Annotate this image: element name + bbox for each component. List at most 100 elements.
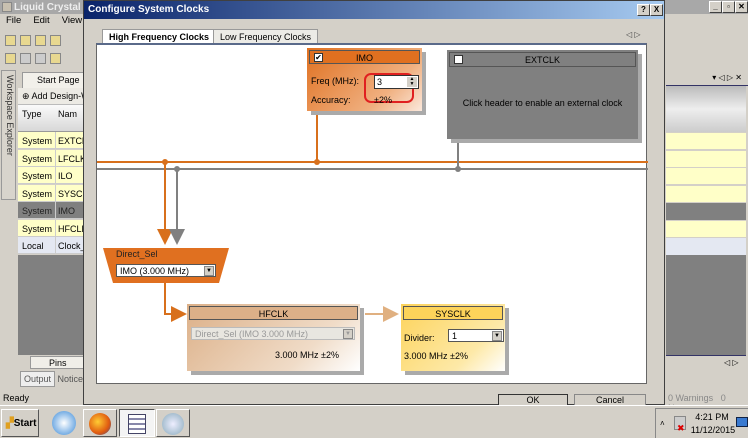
menu-file[interactable]: File (6, 15, 21, 26)
direct-sel-dropdown[interactable]: IMO (3.000 MHz) ▼ (116, 264, 216, 277)
panel-header-controls: ▾ ◁ ▷ ✕ (666, 70, 748, 86)
calendar-icon[interactable] (5, 53, 16, 64)
cell-name: EXTCl (58, 136, 84, 146)
chevron-down-icon[interactable]: ▼ (492, 331, 502, 341)
app-icon (2, 2, 12, 12)
sysclk-divider-value: 1 (452, 331, 458, 341)
right-row[interactable] (666, 221, 746, 237)
table-row[interactable]: System LFCLK (18, 150, 84, 167)
toolbar-1 (3, 33, 83, 49)
dialog-title: Configure System Clocks (88, 4, 210, 15)
close-ide-button[interactable]: ✕ (735, 1, 748, 13)
mux-to-hfclk-wire (164, 283, 187, 322)
imo-title: IMO (356, 53, 373, 63)
extclk-title: EXTCLK (524, 55, 560, 65)
table-header: Type Nam (18, 105, 84, 132)
dialog-close-button[interactable]: X (650, 4, 663, 16)
help-button[interactable]: ? (637, 4, 650, 16)
imo-header[interactable]: ✔ IMO (309, 50, 420, 64)
copy-icon[interactable] (35, 35, 46, 46)
right-row[interactable] (666, 151, 746, 167)
dropdown-icon[interactable]: ▾ (712, 73, 716, 82)
network-error-icon[interactable]: ✖ (674, 416, 686, 433)
firefox-taskbar-button[interactable] (83, 409, 117, 437)
sysclk-divider-dropdown[interactable]: 1 ▼ (448, 329, 504, 342)
right-row[interactable] (666, 133, 746, 149)
menu-edit[interactable]: Edit (33, 15, 49, 26)
output-tab[interactable]: Output (20, 371, 56, 387)
right-row[interactable] (666, 238, 746, 255)
table-row[interactable]: Local Clock_ (18, 237, 84, 254)
table-row[interactable]: System EXTCl (18, 132, 84, 149)
menu-bar: File Edit View (6, 15, 94, 26)
cell-name: LFCLK (58, 154, 84, 164)
imo-enable-checkbox[interactable]: ✔ (314, 53, 323, 62)
start-label: Start (13, 418, 37, 429)
right-row[interactable] (666, 203, 746, 220)
col-name[interactable]: Nam (58, 109, 77, 119)
right-row[interactable] (666, 168, 746, 184)
scroll-right-icon[interactable]: ▷ (727, 73, 733, 82)
output-tabs: Output Notice L (20, 371, 91, 390)
workspace-explorer-tab[interactable]: Workspace Explorer (1, 70, 16, 200)
table-row-selected[interactable]: System IMO (18, 202, 84, 219)
hfclk-title: HFCLK (258, 309, 289, 319)
sysclk-block: SYSCLK Divider: 1 ▼ 3.000 MHz ±2% (401, 304, 505, 371)
menu-view[interactable]: View (62, 15, 82, 26)
add-design-wide-resource-button[interactable]: ⊕ Add Design-W (18, 88, 84, 105)
imo-block: ✔ IMO Freq (MHz): 3 ▲ ▼ Accuracy: ±2% (307, 48, 422, 111)
table-row[interactable]: System HFCLl (18, 220, 84, 237)
chevron-down-icon[interactable]: ▼ (204, 266, 214, 276)
spinner-arrows-icon[interactable]: ▲ ▼ (407, 77, 417, 87)
firefox-icon (89, 413, 111, 435)
show-desktop-icon[interactable] (736, 417, 748, 427)
refresh-app-icon[interactable] (52, 411, 76, 435)
system-tray: ˄ ✖ 4:21 PM 11/12/2015 (655, 408, 748, 438)
new-file-icon[interactable] (20, 35, 31, 46)
open-folder-icon[interactable] (50, 35, 61, 46)
clock-date[interactable]: 11/12/2015 (689, 425, 737, 435)
paste-icon[interactable] (50, 53, 61, 64)
cut-icon[interactable] (20, 53, 31, 64)
settings-icon[interactable] (35, 53, 46, 64)
right-scroll-arrows[interactable]: ◁ ▷ (724, 358, 739, 367)
cell-name: HFCLl (58, 224, 84, 234)
hfclk-source-dropdown-disabled: Direct_Sel (IMO 3.000 MHz) ▼ (191, 327, 355, 340)
direct-sel-title: Direct_Sel (116, 249, 158, 259)
scroll-left-icon[interactable]: ◁ (719, 73, 725, 82)
extclk-hint: Click header to enable an external clock (462, 98, 623, 108)
table-row[interactable]: System SYSCl (18, 185, 84, 202)
restore-button[interactable]: ▫ (722, 1, 735, 13)
paint-icon (162, 413, 184, 435)
cell-type: Local (22, 241, 44, 251)
extclk-header[interactable]: EXTCLK (449, 52, 636, 67)
tab-low-frequency-clocks[interactable]: Low Frequency Clocks (213, 29, 319, 44)
show-hidden-icons-chevron[interactable]: ˄ (660, 419, 665, 428)
start-button[interactable]: ▞Start (1, 409, 39, 437)
windows-logo-icon: ▞ (6, 418, 14, 429)
tab-scroll-arrows[interactable]: ◁ ▷ (626, 30, 641, 39)
close-panel-icon[interactable]: ✕ (735, 73, 742, 82)
table-row[interactable]: System ILO (18, 167, 84, 184)
start-page-tab[interactable]: Start Page (22, 72, 86, 88)
new-project-icon[interactable] (5, 35, 16, 46)
sysclk-freq: 3.000 MHz ±2% (404, 351, 468, 361)
right-row[interactable] (666, 186, 746, 202)
cell-name: IMO (58, 206, 75, 216)
minimize-button[interactable]: _ (709, 1, 722, 13)
psoc-creator-taskbar-button[interactable] (119, 409, 155, 437)
chevron-down-icon: ▼ (343, 329, 353, 339)
clock-diagram-canvas: ✔ IMO Freq (MHz): 3 ▲ ▼ Accuracy: ±2% EXTCL… (96, 43, 648, 384)
right-table-header (666, 86, 746, 132)
col-type[interactable]: Type (22, 109, 42, 119)
paint-taskbar-button[interactable] (156, 409, 190, 437)
configure-system-clocks-dialog: Configure System Clocks ? X High Frequen… (83, 0, 665, 408)
pins-tab[interactable]: Pins (30, 356, 84, 369)
extclk-enable-checkbox[interactable] (454, 55, 463, 64)
imo-freq-spinner[interactable]: 3 ▲ ▼ (374, 75, 419, 89)
imo-freq-value: 3 (377, 77, 383, 87)
hfclk-header: HFCLK (189, 306, 358, 320)
cell-name: SYSCl (58, 189, 84, 199)
hfclk-block: HFCLK Direct_Sel (IMO 3.000 MHz) ▼ 3.000 … (187, 304, 360, 371)
clock-time[interactable]: 4:21 PM (692, 412, 732, 422)
